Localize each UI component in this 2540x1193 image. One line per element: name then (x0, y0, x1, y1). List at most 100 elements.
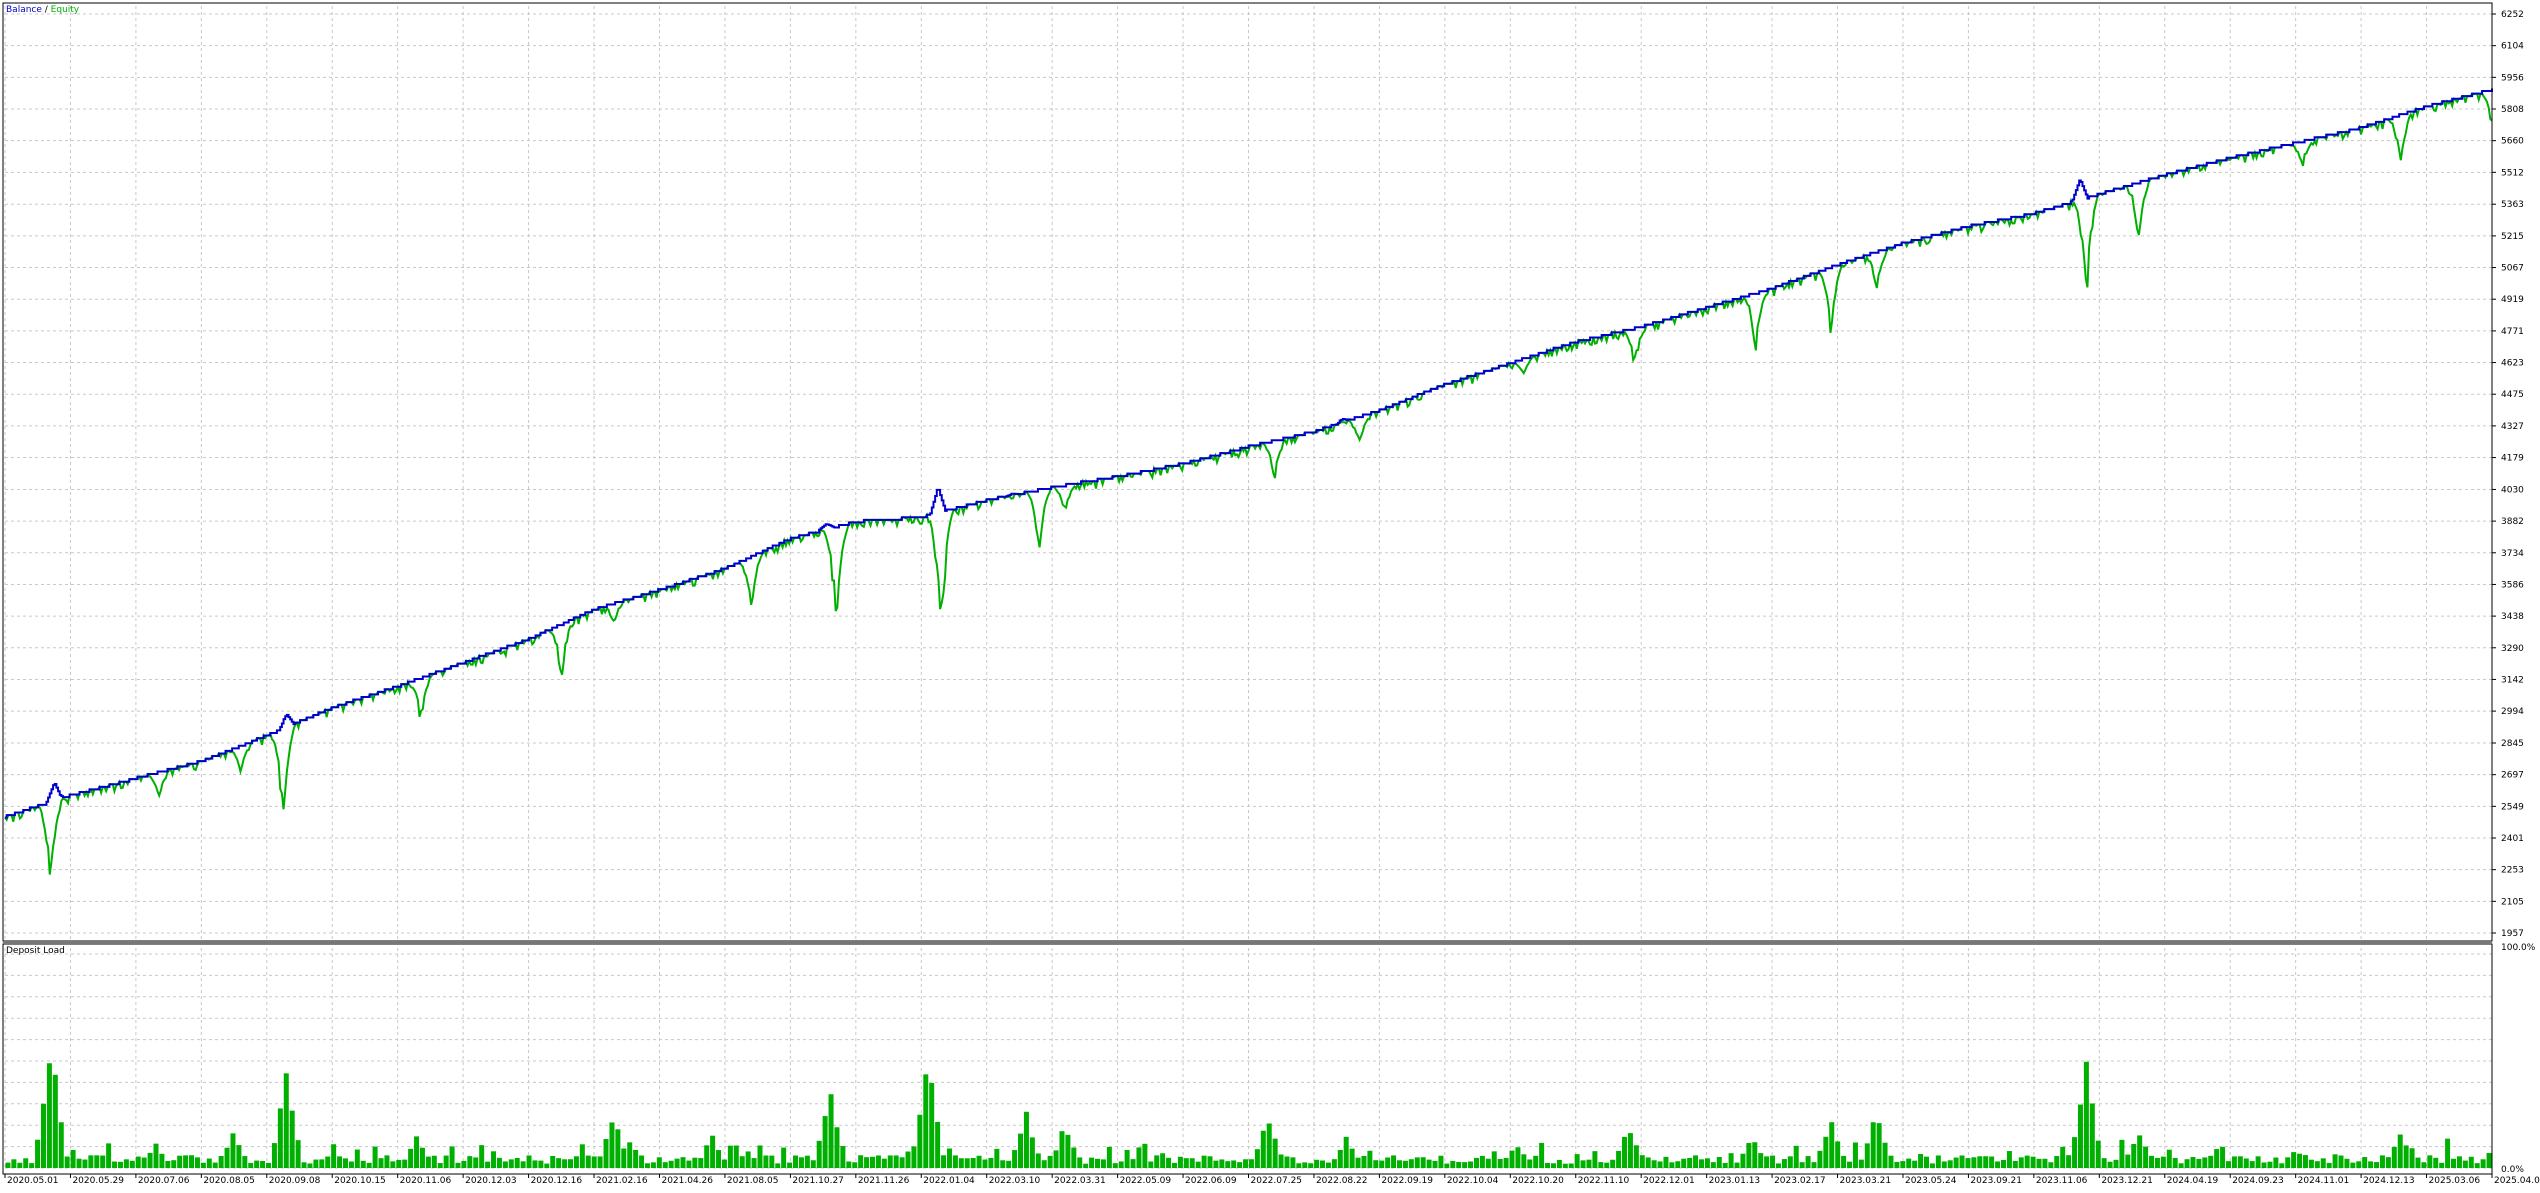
deposit-load-bar (266, 1162, 272, 1168)
deposit-load-bar (941, 1155, 947, 1168)
deposit-load-bar (2409, 1148, 2415, 1168)
x-tick-label: 2022.09.19 (1381, 1176, 1433, 1186)
y-tick-label: 5067 (2501, 264, 2524, 274)
deposit-load-bar (260, 1160, 266, 1168)
deposit-load-bar (1237, 1162, 1243, 1168)
deposit-load-bar (2024, 1155, 2030, 1168)
deposit-load-bar (1077, 1157, 1083, 1168)
deposit-load-bar (1947, 1160, 1953, 1168)
deposit-load-bar (864, 1157, 870, 1168)
deposit-load-bar (745, 1151, 751, 1168)
deposit-load-bar (2468, 1156, 2474, 1168)
deposit-load-bar (496, 1157, 502, 1168)
deposit-load-bar (342, 1158, 348, 1168)
deposit-load-bar (319, 1159, 325, 1168)
deposit-load-bar (2131, 1144, 2137, 1168)
deposit-load-bar (52, 1074, 58, 1168)
deposit-load-bar (331, 1144, 337, 1168)
deposit-load-bar (2190, 1157, 2196, 1168)
y-tick-label: 4030 (2501, 485, 2524, 495)
x-tick-label: 2022.01.04 (923, 1176, 975, 1186)
deposit-load-bar (840, 1146, 846, 1168)
deposit-load-bar (757, 1145, 763, 1168)
deposit-load-bar (1207, 1156, 1213, 1168)
deposit-load-bar (1900, 1161, 1906, 1168)
deposit-load-bar (1349, 1148, 1355, 1168)
deposit-load-bar (384, 1155, 390, 1168)
deposit-load-bar (337, 1156, 343, 1168)
deposit-load-bar (869, 1156, 875, 1168)
y-tick-label: 5215 (2501, 232, 2524, 242)
deposit-load-bar (1858, 1159, 1864, 1168)
deposit-load-bar (1266, 1123, 1272, 1168)
deposit-load-bar (1633, 1145, 1639, 1168)
deposit-load-bar (751, 1158, 757, 1168)
deposit-load-bar (727, 1145, 733, 1168)
deposit-load-bar (1296, 1163, 1302, 1168)
deposit-load-bar (520, 1161, 526, 1168)
y-tick-label: 2697 (2501, 771, 2524, 781)
deposit-load-bar (2231, 1156, 2237, 1168)
deposit-load-bar (2066, 1155, 2072, 1168)
deposit-load-bar (1592, 1151, 1598, 1168)
deposit-load-bar (473, 1157, 479, 1168)
deposit-load-bar (40, 1103, 46, 1168)
deposit-load-bar (2462, 1160, 2468, 1168)
deposit-load-bar (491, 1151, 497, 1168)
y-tick-label: 2549 (2501, 802, 2524, 812)
deposit-load-bar (1059, 1131, 1065, 1168)
legend-equity: Equity (50, 5, 80, 15)
deposit-load-bar (935, 1121, 941, 1168)
deposit-load-bar (2397, 1134, 2403, 1168)
legend-separator: / (41, 5, 51, 15)
y-tick-label: 3882 (2501, 517, 2524, 527)
deposit-load-bar (1965, 1158, 1971, 1168)
deposit-load-bar (538, 1160, 544, 1168)
deposit-load-bar (171, 1160, 177, 1168)
deposit-load-bar (2006, 1151, 2012, 1168)
deposit-load-bar (1012, 1150, 1018, 1168)
deposit-load-bar (2243, 1158, 2249, 1168)
deposit-load-bar (1154, 1155, 1160, 1168)
x-tick-label: 2022.05.09 (1120, 1176, 1172, 1186)
deposit-load-bar (2202, 1157, 2208, 1168)
y-tick-label: 4623 (2501, 359, 2524, 369)
deposit-load-bar (952, 1155, 958, 1168)
deposit-load-bar (2083, 1061, 2089, 1168)
deposit-load-bar (2018, 1157, 2024, 1168)
deposit-load-bar (106, 1143, 112, 1168)
deposit-load-bar (1870, 1122, 1876, 1168)
deposit-load-bar (1906, 1158, 1912, 1168)
deposit-load-bar (1610, 1159, 1616, 1168)
deposit-load-bar (1373, 1160, 1379, 1168)
deposit-load-bar (1864, 1143, 1870, 1168)
deposit-load-bar (828, 1094, 834, 1168)
y-tick-label: 4179 (2501, 454, 2524, 464)
deposit-load-bar (1663, 1156, 1669, 1168)
deposit-load-bar (1171, 1162, 1177, 1168)
deposit-load-bar (1509, 1150, 1515, 1168)
deposit-load-bar (2214, 1149, 2220, 1168)
deposit-load-bar (1100, 1159, 1106, 1168)
x-tick-label: 2022.07.25 (1251, 1176, 1303, 1186)
y-tick-label: 3438 (2501, 612, 2524, 622)
deposit-load-bar (627, 1142, 633, 1168)
deposit-load-bar (1065, 1134, 1071, 1168)
y-tick-label: 4475 (2501, 390, 2524, 400)
deposit-load-bar (2172, 1157, 2178, 1168)
deposit-load-bar (1029, 1137, 1035, 1168)
deposit-load-bar (798, 1157, 804, 1168)
deposit-load-bar (881, 1158, 887, 1168)
deposit-load-bar (1148, 1161, 1154, 1168)
deposit-load-bar (2332, 1154, 2338, 1168)
deposit-load-bar (1361, 1155, 1367, 1168)
deposit-load-bar (2356, 1161, 2362, 1168)
deposit-load-bar (2077, 1104, 2083, 1168)
deposit-load-bar (1189, 1158, 1195, 1168)
deposit-load-bar (1598, 1162, 1604, 1168)
deposit-load-bar (1740, 1153, 1746, 1168)
deposit-load-bar (1722, 1162, 1728, 1168)
legend-balance: Balance (6, 5, 42, 15)
deposit-load-bar (112, 1161, 118, 1168)
deposit-load-bar (597, 1156, 603, 1168)
